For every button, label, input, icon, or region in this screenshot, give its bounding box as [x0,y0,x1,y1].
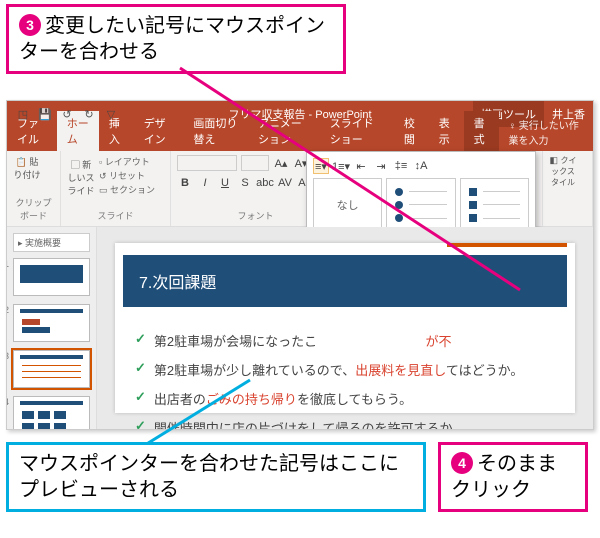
slide-thumb-3[interactable]: 3 [13,350,90,388]
group-paragraph: ≡▾ 1≡▾ ⇤ ⇥ ‡≡ ↕A なし [341,151,543,226]
paste-button[interactable]: 📋 貼り付け [13,155,41,191]
logo-icon: ◳ [15,106,31,122]
thumbnail-pane: ▸ 実施概要 1 2 3 4 [7,227,97,429]
group-slides-label: スライド [67,209,164,222]
reset-button[interactable]: ↺ リセット [99,169,155,182]
strike-icon[interactable]: S [237,175,253,191]
bullet-option-filled-square[interactable] [460,178,529,232]
underline-icon[interactable]: U [217,175,233,191]
text-direction-icon[interactable]: ↕A [413,158,429,174]
slide-editor[interactable]: 7.次回課題 ✓第2駐車場が会場になったこ が不 ✓第2駐車場が少し離れているの… [97,227,593,429]
callout-3: 3変更したい記号にマウスポインターを合わせる [6,4,346,74]
tab-transitions[interactable]: 画面切り替え [183,111,248,151]
callout-4: 4そのままクリック [438,442,588,512]
new-slide-icon: ▢ [71,160,80,170]
new-slide-button[interactable]: ▢ 新しいスライド [67,158,95,194]
thumb-2-num: 2 [7,305,9,315]
group-clipboard-label: クリップボード [13,196,54,222]
group-clipboard: 📋 貼り付け クリップボード [7,151,61,226]
linespacing-icon[interactable]: ‡≡ [393,158,409,174]
font-size-select[interactable] [241,155,269,171]
callout-preview-text: マウスポインターを合わせた記号はここにプレビューされる [19,453,399,501]
bold-icon[interactable]: B [177,175,193,191]
increase-indent-icon[interactable]: ⇥ [373,158,389,174]
check-icon: ✓ [135,389,146,405]
ribbon: 📋 貼り付け クリップボード ▢ 新しいスライド ▫ レイアウト ↺ リセット … [7,151,593,227]
thumb-4-num: 4 [7,397,9,407]
check-icon: ✓ [135,331,146,347]
quick-styles-button[interactable]: ◧ クイックスタイル [549,155,577,191]
increase-font-icon[interactable]: A▴ [273,155,289,171]
spacing-icon[interactable]: AV [277,175,293,191]
layout-button[interactable]: ▫ レイアウト [99,155,155,168]
font-family-select[interactable] [177,155,237,171]
tab-design[interactable]: デザイン [134,111,184,151]
slide-title[interactable]: 7.次回課題 [123,255,567,307]
bullet-option-filled-round[interactable] [386,178,455,232]
tab-view[interactable]: 表示 [429,111,464,151]
tab-format[interactable]: 書式 [464,111,499,151]
numbering-dropdown-icon[interactable]: 1≡▾ [333,158,349,174]
accent-bar [447,243,567,247]
callout-3-badge: 3 [19,14,41,36]
group-styles: ◧ クイックスタイル [543,151,593,226]
callout-preview: マウスポインターを合わせた記号はここにプレビューされる [6,442,426,512]
thumb-1-num: 1 [7,259,9,269]
ribbon-tabs: ファイル ホーム 挿入 デザイン 画面切り替え アニメーション スライド ショー… [7,127,593,151]
tell-me[interactable]: 実行したい作業を入力 [499,113,594,151]
bullet-list[interactable]: ✓第2駐車場が会場になったこ が不 ✓第2駐車場が少し離れているので、出展料を見… [115,307,575,429]
slide-thumb-4[interactable]: 4 [13,396,90,429]
shadow-icon[interactable]: abc [257,175,273,191]
powerpoint-window: ◳ 💾 ↺ ↻ ▽ フリマ収支報告 - PowerPoint 描画ツール 井上香… [6,100,594,430]
work-area: ▸ 実施概要 1 2 3 4 7.次回課題 ✓第2駐車場が会場になったこ が不 … [7,227,593,429]
bullet-item-2[interactable]: ✓第2駐車場が少し離れているので、出展料を見直してはどうか。 [135,360,555,379]
quick-styles-icon: ◧ [549,155,558,165]
decrease-indent-icon[interactable]: ⇤ [353,158,369,174]
bullets-dropdown-icon[interactable]: ≡▾ [313,158,329,174]
tab-slideshow[interactable]: スライド ショー [320,111,394,151]
callout-4-badge: 4 [451,452,473,474]
save-icon[interactable]: 💾 [37,106,53,122]
tab-animations[interactable]: アニメーション [248,111,320,151]
undo-icon[interactable]: ↺ [59,106,75,122]
bullet-item-4[interactable]: ✓開催時間中に店の片づけをして帰るのを許可するか。 [135,418,555,429]
italic-icon[interactable]: I [197,175,213,191]
slide-thumb-2[interactable]: 2 [13,304,90,342]
thumb-3-num: 3 [7,351,9,361]
group-slides: ▢ 新しいスライド ▫ レイアウト ↺ リセット ▭ セクション スライド [61,151,171,226]
check-icon: ✓ [135,418,146,429]
callout-3-text: 変更したい記号にマウスポインターを合わせる [19,15,325,63]
slide-thumb-1[interactable]: 1 [13,258,90,296]
section-button[interactable]: ▭ セクション [99,183,155,196]
clipboard-icon: 📋 [16,157,27,167]
slide-page: 7.次回課題 ✓第2駐車場が会場になったこ が不 ✓第2駐車場が少し離れているの… [115,243,575,413]
tab-review[interactable]: 校閲 [394,111,429,151]
bullet-item-1[interactable]: ✓第2駐車場が会場になったこ が不 [135,331,555,350]
quick-access-toolbar: ◳ 💾 ↺ ↻ ▽ [7,106,127,122]
redo-icon[interactable]: ↻ [81,106,97,122]
bullet-option-none[interactable]: なし [313,178,382,232]
start-icon[interactable]: ▽ [103,106,119,122]
bullet-item-3[interactable]: ✓出店者のごみの持ち帰りを徹底してもらう。 [135,389,555,408]
check-icon: ✓ [135,360,146,376]
outline-title: ▸ 実施概要 [13,233,90,252]
